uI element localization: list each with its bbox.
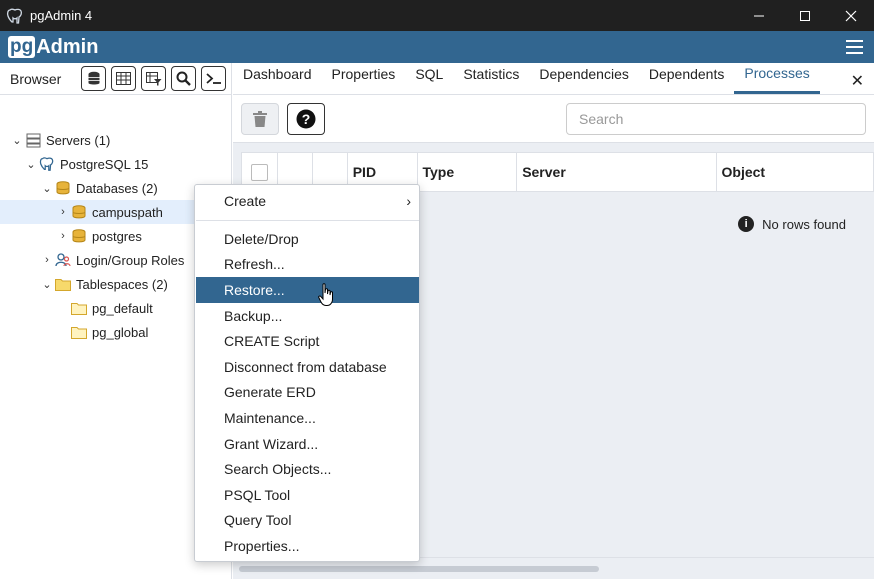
- app-header: pg Admin: [0, 31, 874, 63]
- info-icon: i: [738, 216, 755, 232]
- pgadmin-logo: pg Admin: [8, 35, 99, 58]
- empty-state: i No rows found: [738, 216, 846, 232]
- servers-icon: [24, 132, 42, 148]
- chevron-down-icon[interactable]: ⌄: [40, 278, 54, 291]
- tab-statistics[interactable]: Statistics: [453, 62, 529, 94]
- menu-item-grant-wizard[interactable]: Grant Wizard...: [196, 431, 419, 457]
- chevron-down-icon[interactable]: ⌄: [10, 134, 24, 147]
- menu-item-refresh[interactable]: Refresh...: [196, 251, 419, 277]
- trash-icon: [253, 111, 267, 127]
- folder-icon: [70, 300, 88, 316]
- help-button[interactable]: ?: [287, 103, 325, 135]
- menu-item-delete-drop[interactable]: Delete/Drop: [196, 226, 419, 252]
- menu-item-restore[interactable]: Restore...: [196, 277, 419, 303]
- minimize-icon: [754, 15, 764, 16]
- chevron-right-icon[interactable]: ›: [56, 230, 70, 242]
- database-icon: [70, 204, 88, 220]
- empty-message: No rows found: [762, 216, 846, 232]
- tab-properties[interactable]: Properties: [322, 62, 406, 94]
- tree-item-postgresql-15[interactable]: ⌄ PostgreSQL 15: [24, 152, 230, 176]
- select-all-checkbox[interactable]: [251, 163, 268, 181]
- terminal-icon: [205, 73, 221, 84]
- tab-dashboard[interactable]: Dashboard: [233, 62, 322, 94]
- menu-item-disconnect[interactable]: Disconnect from database: [196, 354, 419, 380]
- context-menu: Create › Delete/Drop Refresh... Restore.…: [194, 184, 420, 562]
- database-icon: [54, 180, 72, 196]
- close-tab-icon[interactable]: ✕: [851, 71, 864, 91]
- svg-text:?: ?: [302, 111, 311, 127]
- question-icon: ?: [296, 109, 316, 129]
- roles-icon: [54, 252, 72, 268]
- menu-item-create[interactable]: Create ›: [196, 188, 419, 214]
- tab-dependencies[interactable]: Dependencies: [529, 62, 639, 94]
- folder-icon: [54, 276, 72, 292]
- processes-toolbar: ? Search: [233, 95, 874, 143]
- tab-dependents[interactable]: Dependents: [639, 62, 735, 94]
- column-header-object[interactable]: Object: [717, 153, 873, 191]
- menu-item-generate-erd[interactable]: Generate ERD: [196, 379, 419, 405]
- folder-icon: [70, 324, 88, 340]
- menu-item-search-objects[interactable]: Search Objects...: [196, 456, 419, 482]
- table-icon: [116, 72, 131, 85]
- tab-processes[interactable]: Processes: [734, 62, 820, 94]
- browser-tab[interactable]: Browser: [10, 71, 79, 87]
- column-header-type[interactable]: Type: [418, 153, 518, 191]
- close-icon: [845, 10, 857, 21]
- search-objects-button[interactable]: [171, 66, 196, 91]
- menu-item-properties[interactable]: Properties...: [196, 533, 419, 559]
- window-titlebar: pgAdmin 4: [0, 0, 874, 31]
- minimize-button[interactable]: [736, 0, 782, 31]
- tree-item-servers[interactable]: ⌄ Servers (1): [10, 128, 230, 152]
- menu-item-psql-tool[interactable]: PSQL Tool: [196, 482, 419, 508]
- search-input[interactable]: Search: [566, 103, 866, 135]
- search-icon: [176, 71, 191, 86]
- scrollbar-thumb[interactable]: [239, 566, 599, 572]
- chevron-right-icon[interactable]: ›: [56, 206, 70, 218]
- chevron-down-icon[interactable]: ⌄: [24, 158, 38, 171]
- hamburger-menu-icon[interactable]: [846, 40, 863, 54]
- tab-sql[interactable]: SQL: [405, 62, 453, 94]
- psql-tool-button[interactable]: [201, 66, 226, 91]
- chevron-right-icon: ›: [406, 193, 411, 209]
- menu-item-query-tool[interactable]: Query Tool: [196, 507, 419, 533]
- database-icon: [70, 228, 88, 244]
- window-title: pgAdmin 4: [30, 8, 93, 23]
- column-header-server[interactable]: Server: [517, 153, 717, 191]
- elephant-icon: [38, 156, 56, 172]
- chevron-right-icon[interactable]: ›: [40, 254, 54, 266]
- delete-button[interactable]: [241, 103, 279, 135]
- main-tabs: Dashboard Properties SQL Statistics Depe…: [233, 63, 874, 95]
- view-data-button[interactable]: [111, 66, 136, 91]
- maximize-button[interactable]: [782, 0, 828, 31]
- database-stack-icon: [88, 71, 99, 85]
- pgadmin-elephant-icon: [6, 8, 23, 24]
- menu-separator: [196, 220, 419, 221]
- menu-item-backup[interactable]: Backup...: [196, 303, 419, 329]
- table-filter-icon: [145, 71, 161, 85]
- menu-item-maintenance[interactable]: Maintenance...: [196, 405, 419, 431]
- menu-item-create-script[interactable]: CREATE Script: [196, 328, 419, 354]
- hand-cursor-icon: [318, 283, 333, 306]
- filtered-rows-button[interactable]: [141, 66, 166, 91]
- maximize-icon: [800, 10, 810, 21]
- browser-toolbar: Browser: [0, 63, 231, 95]
- close-window-button[interactable]: [828, 0, 874, 31]
- object-explorer-button[interactable]: [81, 66, 106, 91]
- chevron-down-icon[interactable]: ⌄: [40, 182, 54, 195]
